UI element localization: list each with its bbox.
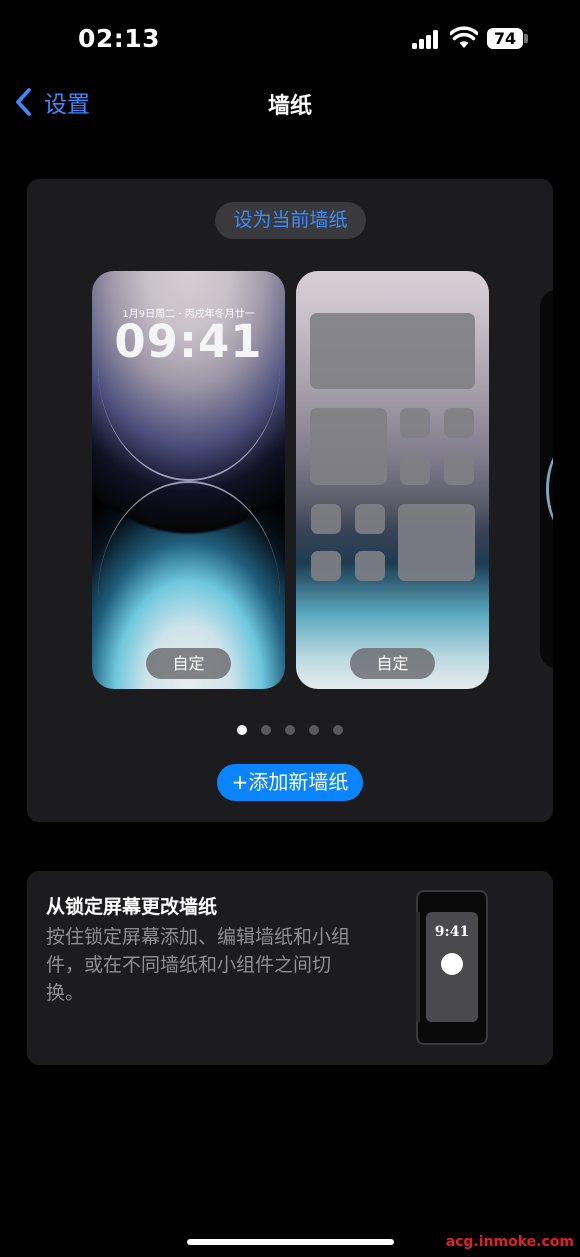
app-icon-placeholder	[311, 551, 341, 581]
status-bar: 02:13 74	[0, 0, 580, 78]
app-icon-placeholder	[444, 408, 474, 438]
add-new-wallpaper-button[interactable]: +添加新墙纸	[217, 764, 363, 801]
info-body: 按住锁定屏幕添加、编辑墙纸和小组件，或在不同墙纸和小组件之间切换。	[46, 926, 351, 1004]
battery-tip	[524, 34, 528, 43]
page-dot[interactable]	[309, 725, 319, 735]
info-title: 从锁定屏幕更改墙纸	[46, 896, 218, 918]
page-dot[interactable]	[237, 725, 247, 735]
wifi-icon	[450, 26, 478, 48]
page-dot[interactable]	[261, 725, 271, 735]
app-icon-placeholder	[355, 504, 385, 534]
widget-placeholder	[398, 504, 475, 581]
page-dot[interactable]	[285, 725, 295, 735]
home-screen-preview[interactable]: 自定	[296, 271, 489, 689]
page-dot[interactable]	[333, 725, 343, 735]
status-time: 02:13	[78, 24, 161, 53]
app-icon-placeholder	[400, 455, 430, 485]
app-icon-placeholder	[311, 504, 341, 534]
watermark: acg.inmoke.com	[445, 1234, 574, 1250]
phone-illustration-icon: 9:41	[416, 890, 488, 1045]
set-current-wallpaper-button[interactable]: 设为当前墙纸	[215, 202, 366, 239]
home-indicator[interactable]	[187, 1239, 394, 1245]
info-card: 从锁定屏幕更改墙纸 按住锁定屏幕添加、编辑墙纸和小组件，或在不同墙纸和小组件之间…	[27, 871, 553, 1065]
illustration-screen: 9:41	[426, 912, 478, 1022]
battery-icon: 74	[487, 28, 523, 49]
cellular-signal-icon	[412, 29, 442, 49]
illustration-time: 9:41	[434, 924, 470, 940]
wallpaper-card: 设为当前墙纸 1月9日周二 · 丙戌年冬月廿一 09:41 自定 自定 +添加新…	[27, 179, 553, 822]
widget-placeholder	[310, 313, 475, 389]
lock-time: 09:41	[114, 315, 263, 368]
page-title: 墙纸	[267, 94, 312, 119]
lock-screen-preview[interactable]: 1月9日周二 · 丙戌年冬月廿一 09:41 自定	[92, 271, 285, 689]
widget-placeholder	[310, 408, 387, 485]
nav-bar: 设置 墙纸	[0, 78, 580, 126]
app-icon-placeholder	[355, 551, 385, 581]
touch-point-icon	[441, 953, 463, 975]
customize-lock-button[interactable]: 自定	[146, 648, 231, 679]
customize-home-button[interactable]: 自定	[350, 648, 435, 679]
page-indicator	[27, 725, 553, 735]
next-wallpaper-peek[interactable]	[540, 289, 553, 669]
app-icon-placeholder	[400, 408, 430, 438]
app-icon-placeholder	[444, 455, 474, 485]
